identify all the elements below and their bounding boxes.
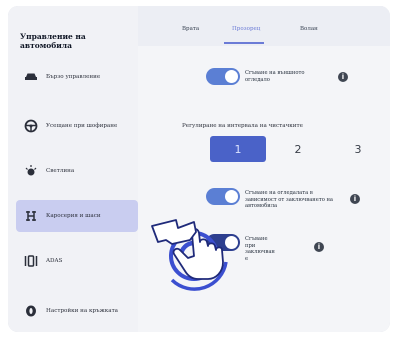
- car-body-icon: [22, 207, 40, 225]
- info-icon[interactable]: i: [350, 194, 360, 204]
- tab-door[interactable]: Врата: [182, 26, 199, 32]
- sidebar-item-body-chassis[interactable]: Каросерия и шаси: [16, 200, 138, 232]
- sidebar: Управление на автомобила Бързо управлени…: [8, 6, 138, 332]
- wiper-level-2[interactable]: 2: [270, 136, 326, 162]
- active-tab-indicator: [224, 42, 264, 44]
- info-icon[interactable]: i: [314, 242, 324, 252]
- lock-fold-mirrors-toggle[interactable]: [206, 188, 240, 205]
- tab-steering-wheel[interactable]: Волан: [300, 26, 318, 32]
- sidebar-item-label: ADAS: [46, 258, 63, 264]
- toggle-knob: [225, 190, 238, 203]
- sidebar-title: Управление на автомобила: [20, 32, 86, 50]
- car-icon: [22, 68, 40, 86]
- tire-icon: [22, 302, 40, 320]
- sidebar-item-label: Усещане при шофиране: [46, 123, 118, 129]
- sidebar-item-driving-feel[interactable]: Усещане при шофиране: [16, 111, 138, 141]
- adas-icon: [22, 252, 40, 270]
- sidebar-item-quick-control[interactable]: Бързо управление: [16, 62, 138, 92]
- sidebar-item-lights[interactable]: Светлина: [16, 156, 138, 186]
- lock-fold-mirrors-label: Сгъване на огледалата в зависимост от за…: [245, 190, 334, 209]
- steering-wheel-icon: [22, 117, 40, 135]
- fold-mirrors-label: Сгъване на външното огледало: [245, 70, 305, 83]
- wiper-level-1[interactable]: 1: [210, 136, 266, 162]
- sidebar-item-label: Каросерия и шаси: [46, 213, 101, 219]
- app-window: Управление на автомобила Бързо управлени…: [8, 6, 390, 332]
- toggle-knob: [225, 70, 238, 83]
- wiper-interval-label: Регулиране на интервала на чистачките: [182, 123, 303, 129]
- toggle-knob: [225, 236, 238, 249]
- info-icon[interactable]: i: [338, 72, 348, 82]
- sidebar-item-adas[interactable]: ADAS: [16, 246, 138, 276]
- sidebar-item-tire-settings[interactable]: Настройки на кръжката: [16, 296, 138, 326]
- light-icon: [22, 162, 40, 180]
- sidebar-item-label: Бързо управление: [46, 74, 101, 80]
- tab-bar: Врата Прозорец Волан: [138, 6, 390, 46]
- tab-window[interactable]: Прозорец: [232, 26, 260, 32]
- sidebar-item-label: Настройки на кръжката: [46, 308, 119, 314]
- fold-mirrors-toggle[interactable]: [206, 68, 240, 85]
- fold-on-lock-label: Сгъване при заключван е: [245, 236, 275, 262]
- wiper-level-3[interactable]: 3: [330, 136, 386, 162]
- main-panel: Врата Прозорец Волан Сгъване на външното…: [138, 6, 390, 332]
- fold-on-lock-toggle[interactable]: [206, 234, 240, 251]
- sidebar-item-label: Светлина: [46, 168, 75, 174]
